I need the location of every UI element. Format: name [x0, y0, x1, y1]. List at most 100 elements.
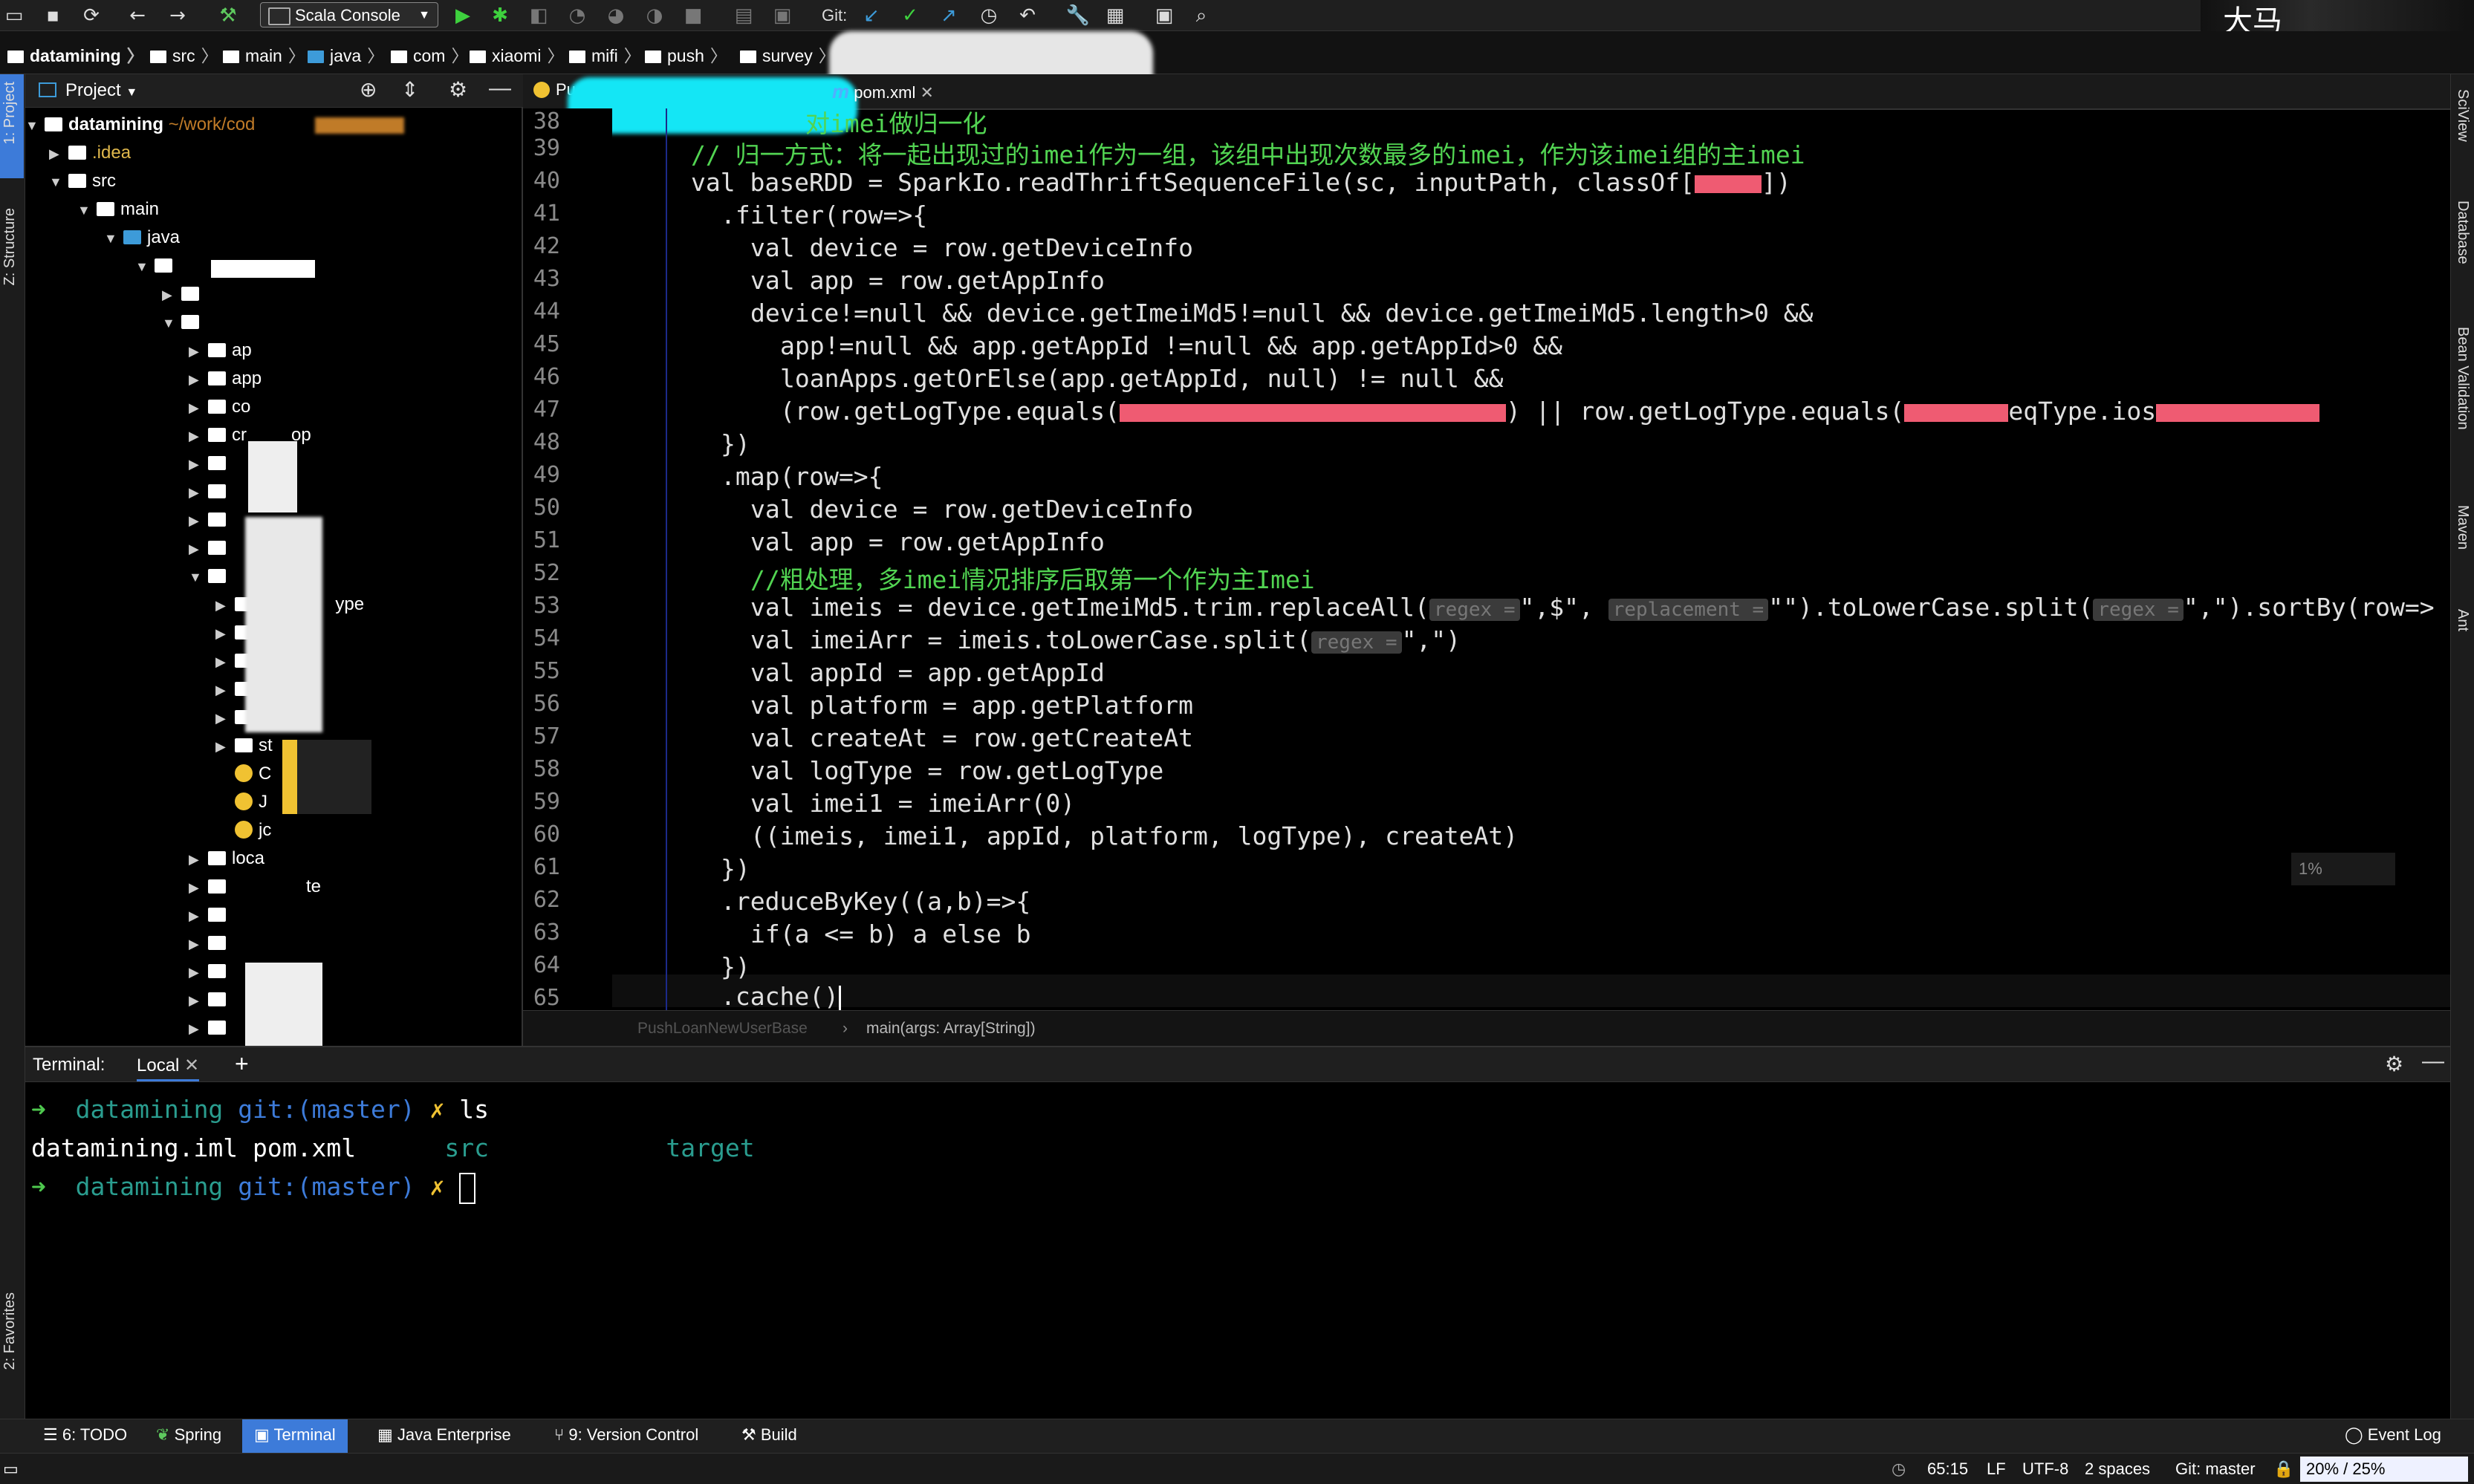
- line-separator[interactable]: LF: [1987, 1459, 2006, 1479]
- code-line[interactable]: val imeis = device.getImeiMd5.trim.repla…: [750, 593, 2435, 622]
- tree-item[interactable]: J: [235, 789, 267, 816]
- editor-scrollbar[interactable]: [2432, 114, 2440, 1006]
- code-line[interactable]: }): [721, 952, 750, 981]
- build-hammer-icon[interactable]: ⚒: [215, 3, 241, 28]
- tree-item[interactable]: ▶: [189, 535, 232, 562]
- code-line[interactable]: val app = row.getAppInfo: [750, 266, 1105, 295]
- attach-icon[interactable]: ◕: [603, 3, 629, 28]
- stop-icon[interactable]: ■: [681, 3, 706, 28]
- run-dropdown-icon[interactable]: ◑: [642, 3, 667, 28]
- collapse-all-icon[interactable]: ⇕: [401, 77, 418, 102]
- tree-item[interactable]: ▼: [162, 309, 205, 336]
- bean-validation-tool-tab[interactable]: Bean Validation: [2454, 327, 2471, 430]
- terminal-line[interactable]: ➜ datamining git:(master) ✗ ls: [31, 1095, 489, 1124]
- class-crumb[interactable]: PushLoanNewUserBase: [637, 1020, 808, 1038]
- profile-icon[interactable]: ◔: [565, 3, 590, 28]
- terminal-tool-button[interactable]: ▣ Terminal: [242, 1419, 348, 1454]
- gear-icon[interactable]: ⚙: [449, 77, 467, 102]
- tree-item[interactable]: ▶: [162, 281, 205, 307]
- project-structure-icon[interactable]: ▦: [1103, 3, 1128, 28]
- gear-icon[interactable]: ⚙: [2385, 1052, 2403, 1076]
- tree-item[interactable]: jc: [235, 817, 271, 844]
- add-tab-icon[interactable]: +: [235, 1050, 249, 1078]
- rollback-icon[interactable]: ↶: [1015, 3, 1040, 28]
- code-line[interactable]: val imei1 = imeiArr(0): [750, 789, 1075, 818]
- wrench-icon[interactable]: 🔧: [1065, 3, 1091, 28]
- code-line[interactable]: val app = row.getAppInfo: [750, 527, 1105, 556]
- code-line[interactable]: val device = row.getDeviceInfo: [750, 233, 1193, 262]
- code-line[interactable]: device!=null && device.getImeiMd5!=null …: [750, 299, 1813, 328]
- code-line[interactable]: }): [721, 429, 750, 458]
- breadcrumb-item[interactable]: main 〉: [223, 42, 305, 67]
- locate-icon[interactable]: ⊕: [360, 77, 377, 102]
- editor-tab[interactable]: m pom.xml ✕: [832, 80, 934, 103]
- tree-item[interactable]: ▶: [189, 450, 232, 477]
- terminal-tab-local[interactable]: Local ✕: [137, 1055, 200, 1081]
- tree-item[interactable]: ▶ te: [189, 873, 321, 900]
- event-log-tool-button[interactable]: ◯ Event Log: [2345, 1425, 2441, 1445]
- code-line[interactable]: .map(row=>{: [721, 462, 883, 491]
- code-line[interactable]: (row.getLogType.equals() || row.getLogTy…: [780, 397, 2320, 426]
- run-icon[interactable]: ▶: [450, 3, 475, 28]
- tree-item[interactable]: ▶ loca: [189, 845, 264, 872]
- code-line[interactable]: // 归一方式：将一起出现过的imei作为一组，该组中出现次数最多的imei，作…: [691, 135, 1805, 171]
- code-line[interactable]: val createAt = row.getCreateAt: [750, 723, 1193, 752]
- code-line[interactable]: val logType = row.getLogType: [750, 756, 1163, 785]
- breadcrumb-item[interactable]: xiaomi 〉: [470, 42, 564, 67]
- memory-indicator[interactable]: 20% / 25%: [2300, 1457, 2468, 1482]
- breadcrumb-item[interactable]: mifi 〉: [569, 42, 641, 67]
- build-tool-button[interactable]: ⚒ Build: [741, 1425, 797, 1445]
- search-icon[interactable]: ⌕: [1189, 3, 1214, 28]
- sciview-tool-tab[interactable]: SciView: [2454, 89, 2471, 142]
- run-configuration-selector[interactable]: Scala Console ▼: [260, 2, 438, 27]
- code-line[interactable]: }): [721, 854, 750, 883]
- structure-icon[interactable]: ▣: [770, 3, 795, 28]
- tree-item[interactable]: ▶ ap: [189, 337, 252, 364]
- hide-panel-icon[interactable]: —: [2422, 1049, 2444, 1074]
- terminal-window-icon[interactable]: ▣: [1152, 3, 1177, 28]
- forward-icon[interactable]: →: [165, 3, 190, 28]
- git-update-icon[interactable]: ↙: [859, 3, 884, 28]
- terminal-line[interactable]: ➜ datamining git:(master) ✗: [31, 1172, 476, 1204]
- code-line[interactable]: .filter(row=>{: [721, 201, 927, 230]
- code-line[interactable]: app!=null && app.getAppId !=null && app.…: [780, 331, 1562, 360]
- save-icon[interactable]: ▪: [40, 3, 65, 28]
- code-line[interactable]: .cache(): [721, 982, 841, 1011]
- ant-tool-tab[interactable]: Ant: [2454, 609, 2471, 631]
- file-encoding[interactable]: UTF-8: [2022, 1459, 2068, 1479]
- code-line[interactable]: loanApps.getOrElse(app.getAppId, null) !…: [780, 364, 1504, 393]
- project-view-selector[interactable]: Project ▼: [65, 80, 137, 101]
- tree-item[interactable]: ▶ .idea: [49, 140, 131, 166]
- structure-tool-tab[interactable]: Z: Structure: [1, 208, 19, 285]
- code-line[interactable]: val baseRDD = SparkIo.readThriftSequence…: [691, 168, 1791, 197]
- caret-position[interactable]: 65:15: [1927, 1459, 1968, 1479]
- open-folder-icon[interactable]: ▭: [1, 3, 27, 28]
- tree-item[interactable]: ▶: [189, 478, 232, 505]
- debug-icon[interactable]: ✱: [487, 3, 513, 28]
- breadcrumb-item[interactable]: java 〉: [308, 42, 384, 67]
- close-icon[interactable]: ✕: [184, 1055, 199, 1075]
- git-push-icon[interactable]: ↗: [936, 3, 961, 28]
- tree-item[interactable]: ▼ src: [49, 168, 116, 195]
- code-line[interactable]: .reduceByKey((a,b)=>{: [721, 887, 1030, 916]
- database-tool-tab[interactable]: Database: [2454, 201, 2471, 264]
- toggle-tool-windows-icon[interactable]: ▭: [3, 1459, 19, 1479]
- favorites-tool-tab[interactable]: 2: Favorites: [1, 1292, 19, 1370]
- layout-icon[interactable]: ▤: [731, 3, 756, 28]
- tree-item[interactable]: ▶ app: [189, 365, 262, 392]
- tree-item[interactable]: ▶ st: [215, 732, 273, 759]
- version-control-tool-button[interactable]: ⑂ 9: Version Control: [554, 1425, 698, 1445]
- indent-setting[interactable]: 2 spaces: [2085, 1459, 2150, 1479]
- tree-root[interactable]: ▼ datamining ~/work/cod: [25, 111, 255, 138]
- code-line[interactable]: val platform = app.getPlatform: [750, 691, 1193, 720]
- tree-item[interactable]: C: [235, 761, 271, 787]
- maven-tool-tab[interactable]: Maven: [2454, 505, 2471, 550]
- terminal-line[interactable]: datamining.iml pom.xml src target: [31, 1133, 755, 1162]
- git-commit-icon[interactable]: ✓: [897, 3, 923, 28]
- tree-item[interactable]: ▶: [189, 930, 232, 957]
- coverage-icon[interactable]: ◧: [526, 3, 551, 28]
- method-crumb[interactable]: main(args: Array[String]): [866, 1020, 1036, 1038]
- breadcrumb-item[interactable]: push 〉: [645, 42, 727, 67]
- breadcrumb-item[interactable]: src 〉: [150, 42, 218, 67]
- tree-item[interactable]: ▶ co: [189, 394, 250, 420]
